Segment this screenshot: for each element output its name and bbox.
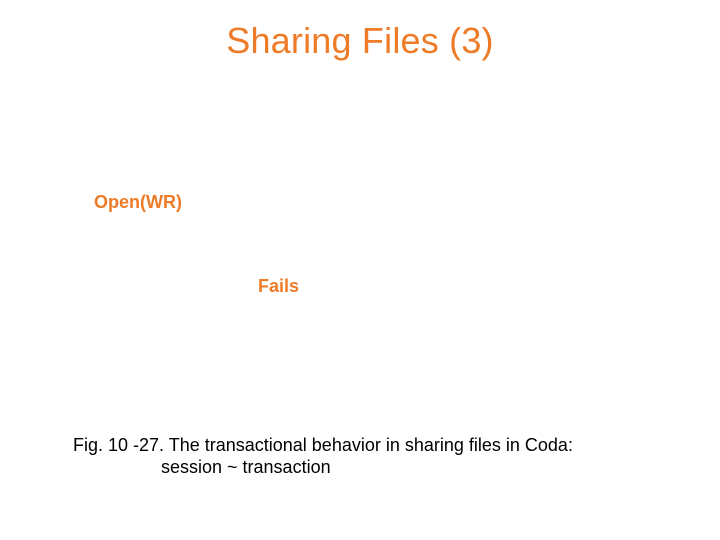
caption-line-2: session ~ transaction bbox=[73, 457, 653, 479]
slide: Sharing Files (3) Open(WR) Fails Fig. 10… bbox=[0, 0, 720, 540]
figure-caption: Fig. 10 -27. The transactional behavior … bbox=[73, 435, 653, 478]
label-fails: Fails bbox=[258, 276, 299, 297]
page-title: Sharing Files (3) bbox=[0, 20, 720, 62]
caption-line-1: Fig. 10 -27. The transactional behavior … bbox=[73, 435, 573, 455]
label-open-wr: Open(WR) bbox=[94, 192, 182, 213]
